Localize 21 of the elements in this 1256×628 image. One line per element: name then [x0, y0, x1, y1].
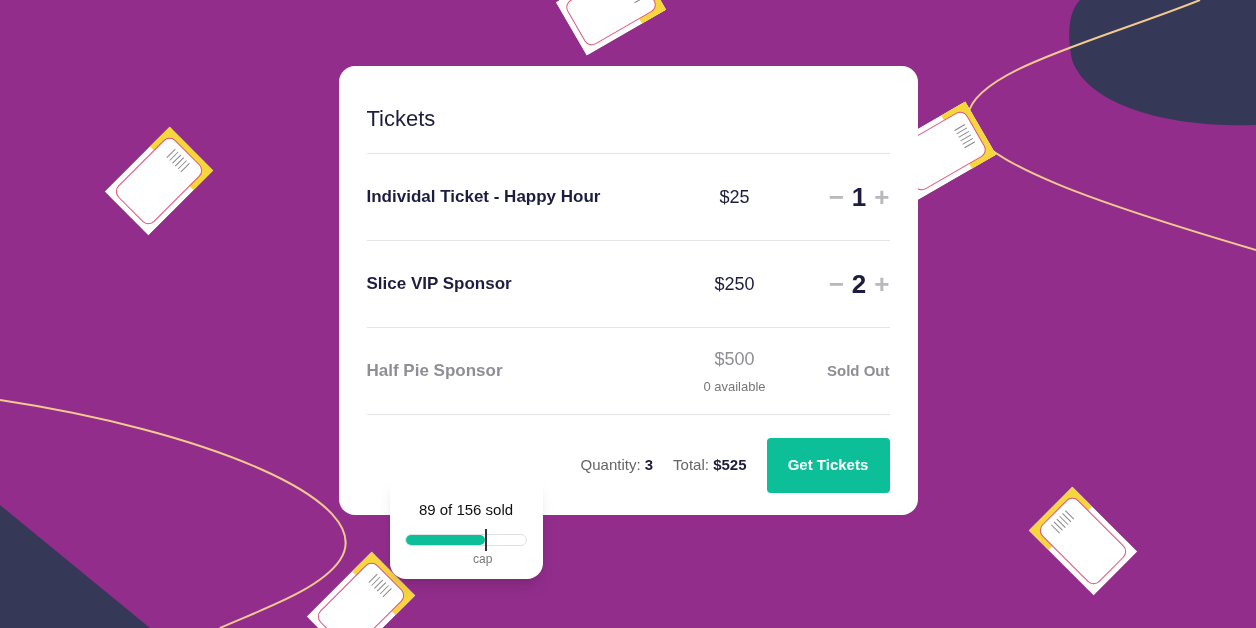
total-summary: Total: $525: [673, 455, 747, 476]
get-tickets-button[interactable]: Get Tickets: [766, 438, 890, 493]
quantity-value: 1: [851, 184, 867, 210]
cap-marker: [485, 528, 488, 551]
increment-button[interactable]: +: [874, 184, 890, 210]
ticket-name: Slice VIP Sponsor: [366, 273, 513, 296]
quantity-value: 2: [851, 271, 867, 297]
ticket-price: $500: [714, 347, 755, 371]
ticket-price: $25: [719, 185, 750, 209]
decrement-button[interactable]: −: [828, 271, 844, 297]
status-text: Sold Out: [827, 360, 890, 381]
sold-count: 89 of 156 sold: [418, 500, 514, 520]
ticket-name: Individal Ticket - Happy Hour: [366, 186, 602, 209]
increment-button[interactable]: +: [874, 271, 890, 297]
availability-text: 0 available: [703, 377, 766, 396]
decrement-button[interactable]: −: [828, 184, 844, 210]
quantity-summary: Quantity: 3: [580, 455, 654, 476]
cap-label: cap: [473, 550, 493, 568]
ticket-name: Half Pie Sponsor: [366, 360, 504, 383]
card-title: Tickets: [366, 102, 890, 154]
ticket-price: $250: [714, 272, 755, 296]
